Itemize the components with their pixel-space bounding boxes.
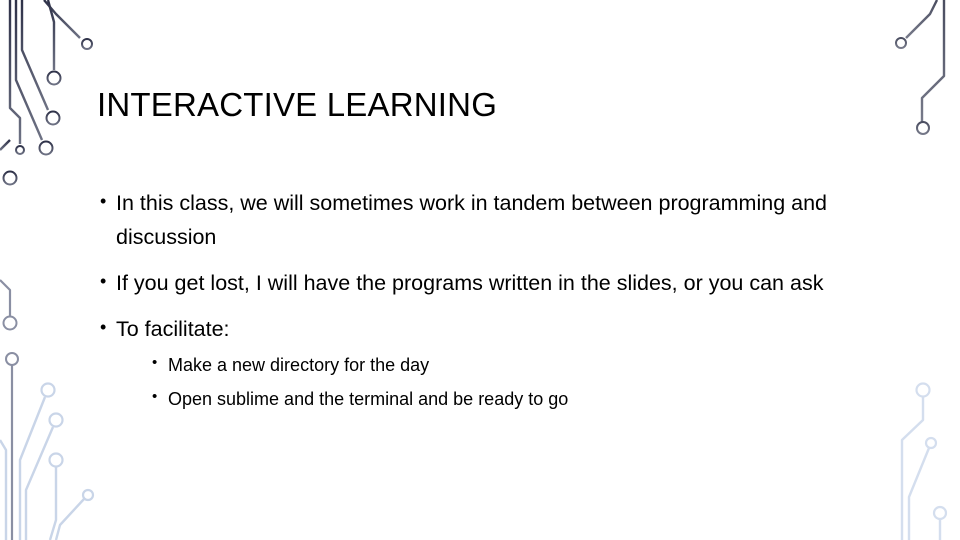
bullet-dot-icon: •: [152, 354, 158, 371]
bullet-dot-icon: •: [100, 317, 107, 337]
sub-bullet-item: • Open sublime and the terminal and be r…: [116, 382, 890, 416]
bullet-dot-icon: •: [152, 388, 158, 405]
sub-bullet-item: • Make a new directory for the day: [116, 348, 890, 382]
slide-title: INTERACTIVE LEARNING: [97, 86, 498, 123]
sub-bullet-list: • Make a new directory for the day • Ope…: [116, 348, 890, 416]
circuit-top-right: [895, 0, 946, 135]
bullet-text: To facilitate:: [116, 317, 230, 341]
bullet-dot-icon: •: [100, 191, 107, 211]
circuit-bottom-right: [900, 382, 948, 540]
bullet-item: • In this class, we will sometimes work …: [100, 186, 890, 254]
sub-bullet-text: Make a new directory for the day: [168, 355, 430, 375]
bullet-dot-icon: •: [100, 271, 107, 291]
bullet-item: • If you get lost, I will have the progr…: [100, 266, 890, 300]
bullet-text: In this class, we will sometimes work in…: [116, 191, 827, 249]
circuit-bottom-left: [0, 382, 95, 540]
bullet-item: • To facilitate: • Make a new directory …: [100, 312, 890, 416]
circuit-mid-left: [0, 279, 19, 540]
slide-body: • In this class, we will sometimes work …: [100, 186, 890, 428]
bullet-text: If you get lost, I will have the program…: [116, 271, 824, 295]
circuit-top-left: [0, 0, 93, 186]
sub-bullet-text: Open sublime and the terminal and be rea…: [168, 389, 569, 409]
